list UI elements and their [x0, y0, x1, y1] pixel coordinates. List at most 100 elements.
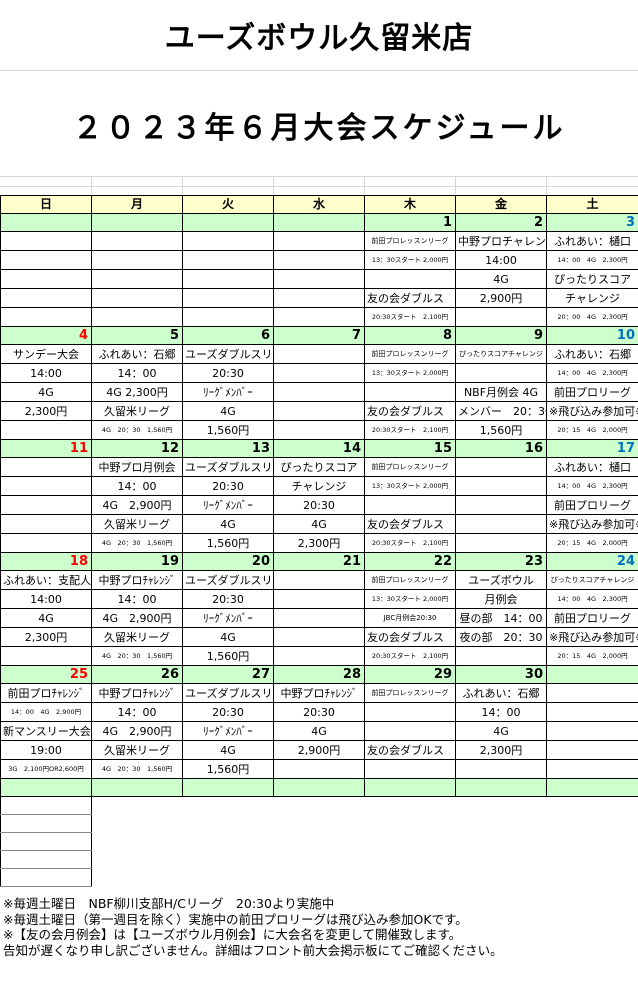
event-row: 前田プロレッスンリーグ中野プロチャレンジふれあい：樋口 [0, 231, 638, 251]
date-row: 4 5 6 7 8 9 10 [0, 326, 638, 345]
weekday-label: 金 [455, 195, 547, 214]
event-cell: 14：00 4G 2,300円 [546, 363, 638, 383]
event-cell: 前田プロリーグ [546, 382, 638, 402]
event-cell: 13：30スタート 2,000円 [364, 250, 456, 270]
event-cell: 20:30 [182, 702, 274, 722]
empty-cell [0, 778, 92, 797]
event-row: 4G 20：30 1,560円 1,560円 2,300円 20:30スタート 2,1… [0, 533, 638, 553]
event-cell [0, 269, 92, 289]
event-row: 4G 4G 2,900円 ﾘｰｸﾞﾒﾝﾊﾞｰ JBC月例会20:30 昼の部 14：00… [0, 608, 638, 628]
event-cell [273, 589, 365, 609]
empty-cell [182, 778, 274, 797]
event-cell: 友の会ダブルス 4G [364, 401, 456, 421]
empty-cell [91, 778, 183, 797]
blank-merged-cell [91, 850, 638, 869]
date-number: 5 [91, 326, 183, 345]
event-cell [273, 646, 365, 666]
event-cell: ﾘｰｸﾞﾒﾝﾊﾞｰ [182, 382, 274, 402]
date-number: 7 [273, 326, 365, 345]
event-cell [273, 759, 365, 779]
event-cell: 19:00 [0, 740, 92, 760]
event-cell [273, 363, 365, 383]
event-row: 新マンスリー大会 4G 2,900円 ﾘｰｸﾞﾒﾝﾊﾞｰ 4G 4G [0, 721, 638, 741]
date-number: 9 [455, 326, 547, 345]
date-number: 11 [0, 439, 92, 458]
event-cell: ふれあい：石郷 [546, 344, 638, 364]
weekday-label: 日 [0, 195, 92, 214]
event-cell: ※飛び込み参加可※ [546, 514, 638, 534]
event-cell [91, 307, 183, 327]
event-cell [0, 457, 92, 477]
date-row-empty [0, 778, 638, 797]
note-line: ※【友の会月例会】は【ユーズボウル月例会】に大会名を変更して開催致します。 [3, 927, 462, 942]
event-cell: 14:00 [0, 589, 92, 609]
event-cell: 久留米リーグ [91, 627, 183, 647]
event-cell: 久留米リーグ [91, 401, 183, 421]
event-cell: 20:30 [182, 476, 274, 496]
date-number: 19 [91, 552, 183, 571]
event-cell: 20:30スタート 2,100円 [364, 420, 456, 440]
event-cell: 20:30 [182, 363, 274, 383]
date-number: 13 [182, 439, 274, 458]
event-cell: 4G [182, 401, 274, 421]
event-cell: ※飛び込み参加可※ [546, 627, 638, 647]
event-row: 14：00 4G 2,900円 14：00 20:30 20:30 14：00 [0, 702, 638, 722]
event-cell: ぴったりスコアチャレンジ [455, 344, 547, 364]
event-cell [91, 288, 183, 308]
event-cell: 14:00 [0, 363, 92, 383]
event-cell: サンデー大会 [0, 344, 92, 364]
blank-cell [0, 796, 92, 815]
grid-line [273, 177, 274, 195]
date-number: 10 [546, 326, 638, 345]
event-cell: ﾘｰｸﾞﾒﾝﾊﾞｰ [182, 495, 274, 515]
event-cell: 1,560円 [182, 646, 274, 666]
event-cell [273, 382, 365, 402]
event-cell [0, 514, 92, 534]
event-cell [546, 683, 638, 703]
event-cell: チャレンジ [273, 476, 365, 496]
date-number: 6 [182, 326, 274, 345]
event-cell: 2,300円 [273, 533, 365, 553]
event-cell: 月例会 [455, 589, 547, 609]
blank-row [0, 832, 638, 851]
event-cell: ユーズダブルスリーグ [182, 457, 274, 477]
event-cell [0, 250, 92, 270]
event-cell [182, 307, 274, 327]
date-number: 21 [273, 552, 365, 571]
event-cell: 4G [182, 627, 274, 647]
empty-cell [364, 778, 456, 797]
event-cell: 中野プロ月例会 [91, 457, 183, 477]
event-cell: 20:30 [182, 589, 274, 609]
event-cell [0, 476, 92, 496]
event-cell: 友の会ダブルス 4G [364, 740, 456, 760]
event-cell: 4G 20：30 1,560円 [91, 646, 183, 666]
grid-line [364, 177, 365, 195]
event-cell [455, 533, 547, 553]
date-number: 22 [364, 552, 456, 571]
event-cell [455, 457, 547, 477]
date-number: 20 [182, 552, 274, 571]
event-cell: 前田プロリーグ [546, 495, 638, 515]
event-cell: 20：15 4G 2,000円 [546, 420, 638, 440]
event-cell: ふれあい：石郷 [91, 344, 183, 364]
event-cell: 20:30スタート 2,100円 [364, 646, 456, 666]
event-row: 中野プロ月例会ユーズダブルスリーグぴったりスコア前田プロレッスンリーグ ふれあい：… [0, 457, 638, 477]
event-cell [0, 307, 92, 327]
event-cell: 4G 2,300円 [91, 382, 183, 402]
schedule-title: ２０２３年６月大会スケジュール [72, 111, 566, 146]
date-number: 3 [546, 213, 638, 232]
event-row: 14:00 14：00 20:30 13：30スタート 2,000円 月例会 14：00 … [0, 589, 638, 609]
blank-merged-cell [91, 796, 638, 815]
event-cell: ふれあい：支配人 [0, 570, 92, 590]
event-cell: 4G 2,900円 [91, 608, 183, 628]
event-cell: 前田プロレッスンリーグ [364, 344, 456, 364]
event-cell: 14：00 4G 2,300円 [546, 476, 638, 496]
event-cell: 中野プロﾁｬﾚﾝｼﾞ [91, 683, 183, 703]
event-cell: メンバー 20：30 [455, 401, 547, 421]
event-cell: チャレンジ [546, 288, 638, 308]
date-row: 18 19 20 21 22 23 24 [0, 552, 638, 571]
event-row: 4G ぴったりスコア [0, 269, 638, 289]
date-number: 2 [455, 213, 547, 232]
event-cell: 4G 2,900円 [91, 721, 183, 741]
event-row: 4G 2,900円 ﾘｰｸﾞﾒﾝﾊﾞｰ 20:30 前田プロリーグ [0, 495, 638, 515]
